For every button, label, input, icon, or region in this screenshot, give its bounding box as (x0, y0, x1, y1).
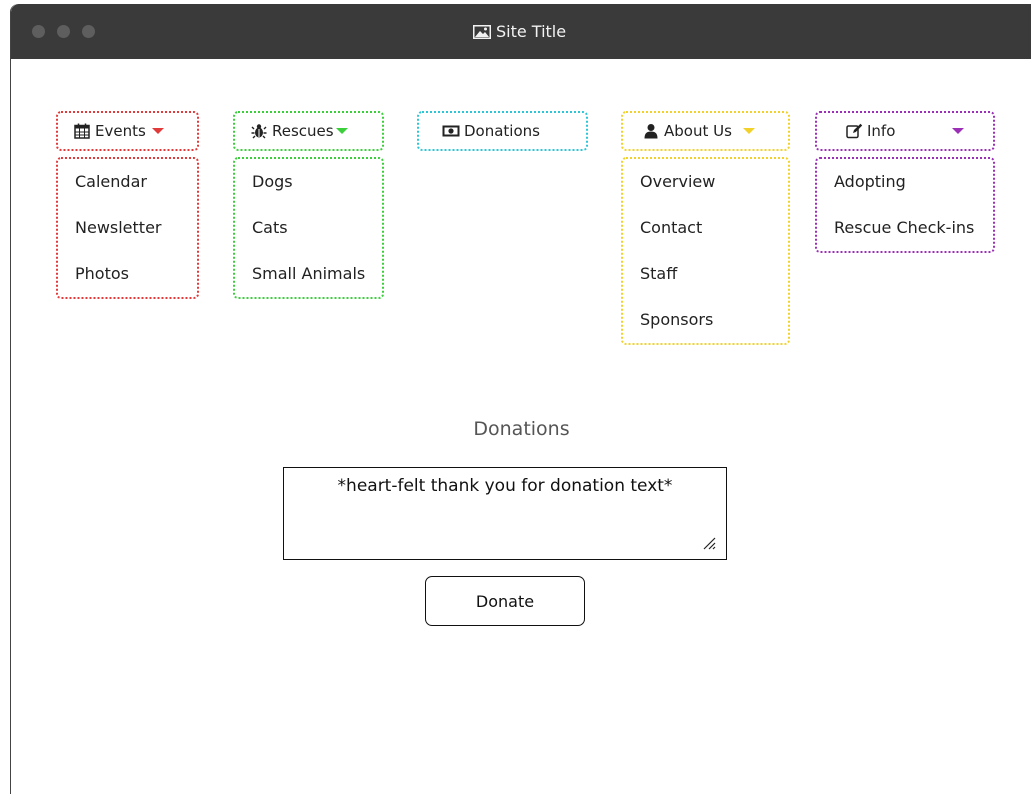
window-title: Site Title (496, 21, 567, 41)
calendar-icon (73, 122, 91, 140)
menu-item-newsletter[interactable]: Newsletter (58, 205, 197, 251)
nav-info-label: Info (867, 122, 896, 140)
donate-button[interactable]: Donate (425, 576, 585, 626)
menu-item-photos[interactable]: Photos (58, 251, 197, 297)
nav-menu-rescues: Rescues Dogs Cats Small Animals (233, 111, 384, 299)
donation-message-textarea[interactable]: *heart-felt thank you for donation text* (283, 467, 727, 560)
chevron-down-icon (742, 128, 755, 134)
menu-item-cats[interactable]: Cats (235, 205, 382, 251)
nav-about-button[interactable]: About Us (621, 111, 790, 151)
user-icon (642, 122, 660, 140)
donation-message-text: *heart-felt thank you for donation text* (337, 476, 673, 496)
nav-events-label: Events (95, 122, 146, 140)
menu-item-overview[interactable]: Overview (623, 159, 788, 205)
menu-item-dogs[interactable]: Dogs (235, 159, 382, 205)
window-maximize-dot[interactable] (82, 25, 95, 38)
window-title-group: Site Title (473, 21, 566, 41)
resize-grip-icon[interactable] (702, 535, 716, 550)
chevron-down-icon (151, 128, 164, 134)
nav-menu-about: About Us Overview Contact Staff Sponsors (621, 111, 790, 345)
browser-window: Site Title Events Calendar Newsletter Ph… (10, 4, 1031, 794)
window-minimize-dot[interactable] (57, 25, 70, 38)
rescues-dropdown: Dogs Cats Small Animals (233, 157, 384, 299)
menu-item-rescue-check-ins[interactable]: Rescue Check-ins (817, 205, 993, 251)
title-bar: Site Title (11, 4, 1031, 59)
section-title: Donations (473, 418, 570, 440)
nav-donations-button[interactable]: Donations (417, 111, 588, 151)
bug-icon (250, 122, 268, 140)
chevron-down-icon (952, 128, 965, 134)
money-icon (442, 122, 460, 140)
menu-item-contact[interactable]: Contact (623, 205, 788, 251)
menu-item-adopting[interactable]: Adopting (817, 159, 993, 205)
nav-about-label: About Us (664, 122, 732, 140)
window-close-dot[interactable] (32, 25, 45, 38)
nav-rescues-button[interactable]: Rescues (233, 111, 384, 151)
menu-item-staff[interactable]: Staff (623, 251, 788, 297)
edit-icon (845, 122, 863, 140)
info-dropdown: Adopting Rescue Check-ins (815, 157, 995, 253)
nav-menu-events: Events Calendar Newsletter Photos (56, 111, 199, 299)
about-dropdown: Overview Contact Staff Sponsors (621, 157, 790, 345)
menu-item-small-animals[interactable]: Small Animals (235, 251, 382, 297)
nav-rescues-label: Rescues (272, 122, 334, 140)
nav-donations-label: Donations (464, 122, 540, 140)
chevron-down-icon (335, 128, 348, 134)
events-dropdown: Calendar Newsletter Photos (56, 157, 199, 299)
menu-item-sponsors[interactable]: Sponsors (623, 297, 788, 343)
nav-info-button[interactable]: Info (815, 111, 995, 151)
menu-item-calendar[interactable]: Calendar (58, 159, 197, 205)
nav-events-button[interactable]: Events (56, 111, 199, 151)
image-icon (473, 24, 491, 39)
nav-menu-info: Info Adopting Rescue Check-ins (815, 111, 995, 253)
nav-menu-donations: Donations (417, 111, 588, 151)
